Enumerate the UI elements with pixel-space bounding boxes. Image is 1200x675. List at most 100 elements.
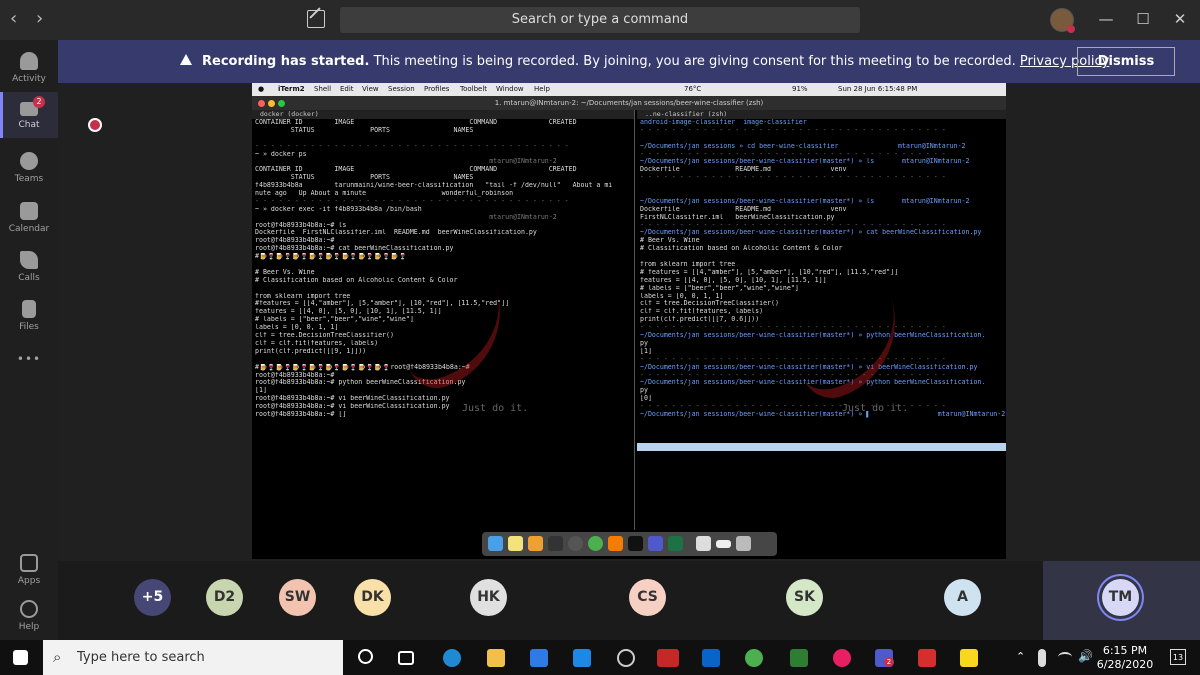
- terminal-line: ~/Documents/jan sessions/beer-wine-class…: [640, 158, 970, 166]
- terminal-line: ~/Documents/jan sessions » cd beer-wine-…: [640, 142, 966, 150]
- participant-avatar[interactable]: D2: [206, 579, 243, 616]
- chevron-up-icon[interactable]: ⌃: [1016, 650, 1025, 663]
- terminal-line: from sklearn import tree: [255, 292, 351, 300]
- pane-tab-left: docker (docker): [252, 110, 634, 119]
- app-icon[interactable]: [617, 649, 635, 667]
- terminal-line: # Classification based on Alcoholic Cont…: [255, 276, 458, 284]
- terminal-line: root@f4b8933b4b8a:~#: [255, 237, 335, 245]
- system-clock[interactable]: 6:15 PM 6/28/2020: [1095, 644, 1155, 672]
- close-dot-icon: [258, 100, 265, 107]
- rail-item-help[interactable]: Help: [0, 600, 58, 640]
- rail-item-calendar[interactable]: Calendar: [0, 202, 58, 242]
- mail-icon[interactable]: [573, 649, 591, 667]
- outlook-icon[interactable]: [702, 649, 720, 667]
- minimize-icon[interactable]: —: [1096, 10, 1116, 28]
- title-bar: ‹ › Search or type a command — ☐ ✕: [0, 0, 1200, 40]
- chevron-left-icon[interactable]: ‹: [10, 8, 17, 29]
- wifi-icon[interactable]: [1058, 652, 1072, 662]
- participant-avatar[interactable]: SW: [279, 579, 316, 616]
- terminal-line: ~/Documents/jan sessions/beer-wine-class…: [640, 229, 982, 237]
- terminal-line: [1]: [255, 387, 267, 395]
- clock-date: 6/28/2020: [1096, 658, 1154, 671]
- rail-item-label: Calendar: [8, 224, 50, 234]
- store-icon[interactable]: [530, 649, 548, 667]
- maximize-icon[interactable]: ☐: [1133, 10, 1153, 28]
- terminal-line: STATUS PORTS NAMES: [255, 126, 474, 134]
- task-view-icon[interactable]: [398, 651, 414, 665]
- recording-indicator-icon: [88, 118, 102, 132]
- rail-item-files[interactable]: Files: [0, 300, 58, 340]
- windows-taskbar: Type here to search ⌕ 2 ⌃ 🔊 6:15 PM 6/28…: [0, 640, 1200, 675]
- terminal-line: # Beer Vs. Wine: [255, 268, 315, 276]
- close-icon[interactable]: ✕: [1170, 10, 1190, 28]
- rail-item-calls[interactable]: Calls: [0, 251, 58, 291]
- command-search-input[interactable]: Search or type a command: [340, 7, 860, 33]
- chevron-right-icon[interactable]: ›: [36, 8, 43, 29]
- terminal-window-title: 1. mtarun@INmtarun-2: ~/Documents/jan se…: [494, 99, 764, 107]
- menu-item: Session: [388, 85, 415, 93]
- terminal-line: from sklearn import tree: [640, 261, 736, 269]
- terminal-line: CONTAINER ID IMAGE COMMAND CREATED: [255, 166, 577, 174]
- dismiss-button[interactable]: Dismiss: [1077, 47, 1175, 76]
- chrome-icon[interactable]: [745, 649, 763, 667]
- rail-item-label: Activity: [12, 74, 46, 84]
- terminal-line: - - - - - - - - - - - - - - - - - - - - …: [255, 142, 569, 150]
- participant-avatar[interactable]: DK: [354, 579, 391, 616]
- teams-icon: [20, 152, 38, 170]
- participant-avatar[interactable]: HK: [470, 579, 507, 616]
- document-icon: [696, 536, 711, 551]
- terminal-line: FirstNLClassifier.iml beerWineClassifica…: [640, 213, 835, 221]
- rail-item-apps[interactable]: Apps: [0, 554, 58, 594]
- edge-icon[interactable]: [443, 649, 461, 667]
- microphone-icon[interactable]: [1038, 649, 1046, 667]
- pdf-icon[interactable]: [918, 649, 936, 667]
- taskbar-search-input[interactable]: Type here to search: [43, 640, 343, 675]
- volume-icon[interactable]: 🔊: [1078, 649, 1093, 663]
- mac-dock: [482, 532, 777, 556]
- recording-title: Recording has started.: [202, 54, 370, 69]
- sticky-notes-icon[interactable]: [960, 649, 978, 667]
- rail-item-activity[interactable]: Activity: [0, 52, 58, 92]
- money-icon[interactable]: [790, 649, 808, 667]
- menu-item: Edit: [340, 85, 354, 93]
- terminal-line: Dockerfile FirstNLClassifier.iml README.…: [255, 229, 537, 237]
- windows-start-icon[interactable]: [13, 650, 28, 665]
- participants-bar: +5 D2 SW DK HK CS SK A TM: [58, 561, 1200, 640]
- participant-avatar[interactable]: SK: [786, 579, 823, 616]
- music-icon[interactable]: [833, 649, 851, 667]
- terminal-line: [637, 442, 1006, 451]
- cortana-icon[interactable]: [358, 649, 373, 664]
- terminal-line: android-image-classifier image-classifie…: [640, 119, 807, 126]
- participant-avatar[interactable]: A: [944, 579, 981, 616]
- menu-temp: 76°C: [684, 85, 702, 93]
- zoom-dot-icon: [278, 100, 285, 107]
- terminal-line: root@f4b8933b4b8a:~# ls: [255, 221, 347, 229]
- minimize-dot-icon: [268, 100, 275, 107]
- terminal-line: root@f4b8933b4b8a:~# vi beerWineClassifi…: [255, 395, 450, 403]
- clock-icon: [568, 536, 583, 551]
- compose-icon[interactable]: [307, 10, 325, 28]
- bell-icon: [20, 52, 38, 70]
- participant-overflow[interactable]: +5: [134, 579, 171, 616]
- notifications-icon[interactable]: 13: [1170, 649, 1186, 665]
- participant-avatar[interactable]: CS: [629, 579, 666, 616]
- rail-item-teams[interactable]: Teams: [0, 152, 58, 192]
- terminal-line: # features = [[4,"amber"], [5,"amber"], …: [640, 268, 899, 276]
- file-explorer-icon[interactable]: [487, 649, 505, 667]
- more-icon[interactable]: •••: [0, 352, 58, 372]
- participant-avatar-active[interactable]: TM: [1102, 579, 1139, 616]
- terminal-line: - - - - - - - - - - - - - - - - - - - - …: [640, 126, 946, 134]
- menu-datetime: Sun 28 Jun 6:15:48 PM: [838, 85, 918, 93]
- avatar[interactable]: [1050, 8, 1075, 33]
- phone-icon: [20, 251, 38, 269]
- rail-item-chat[interactable]: 2 Chat: [0, 92, 58, 138]
- excel-icon: [668, 536, 683, 551]
- rsa-icon[interactable]: [657, 649, 679, 667]
- app-icon: [528, 536, 543, 551]
